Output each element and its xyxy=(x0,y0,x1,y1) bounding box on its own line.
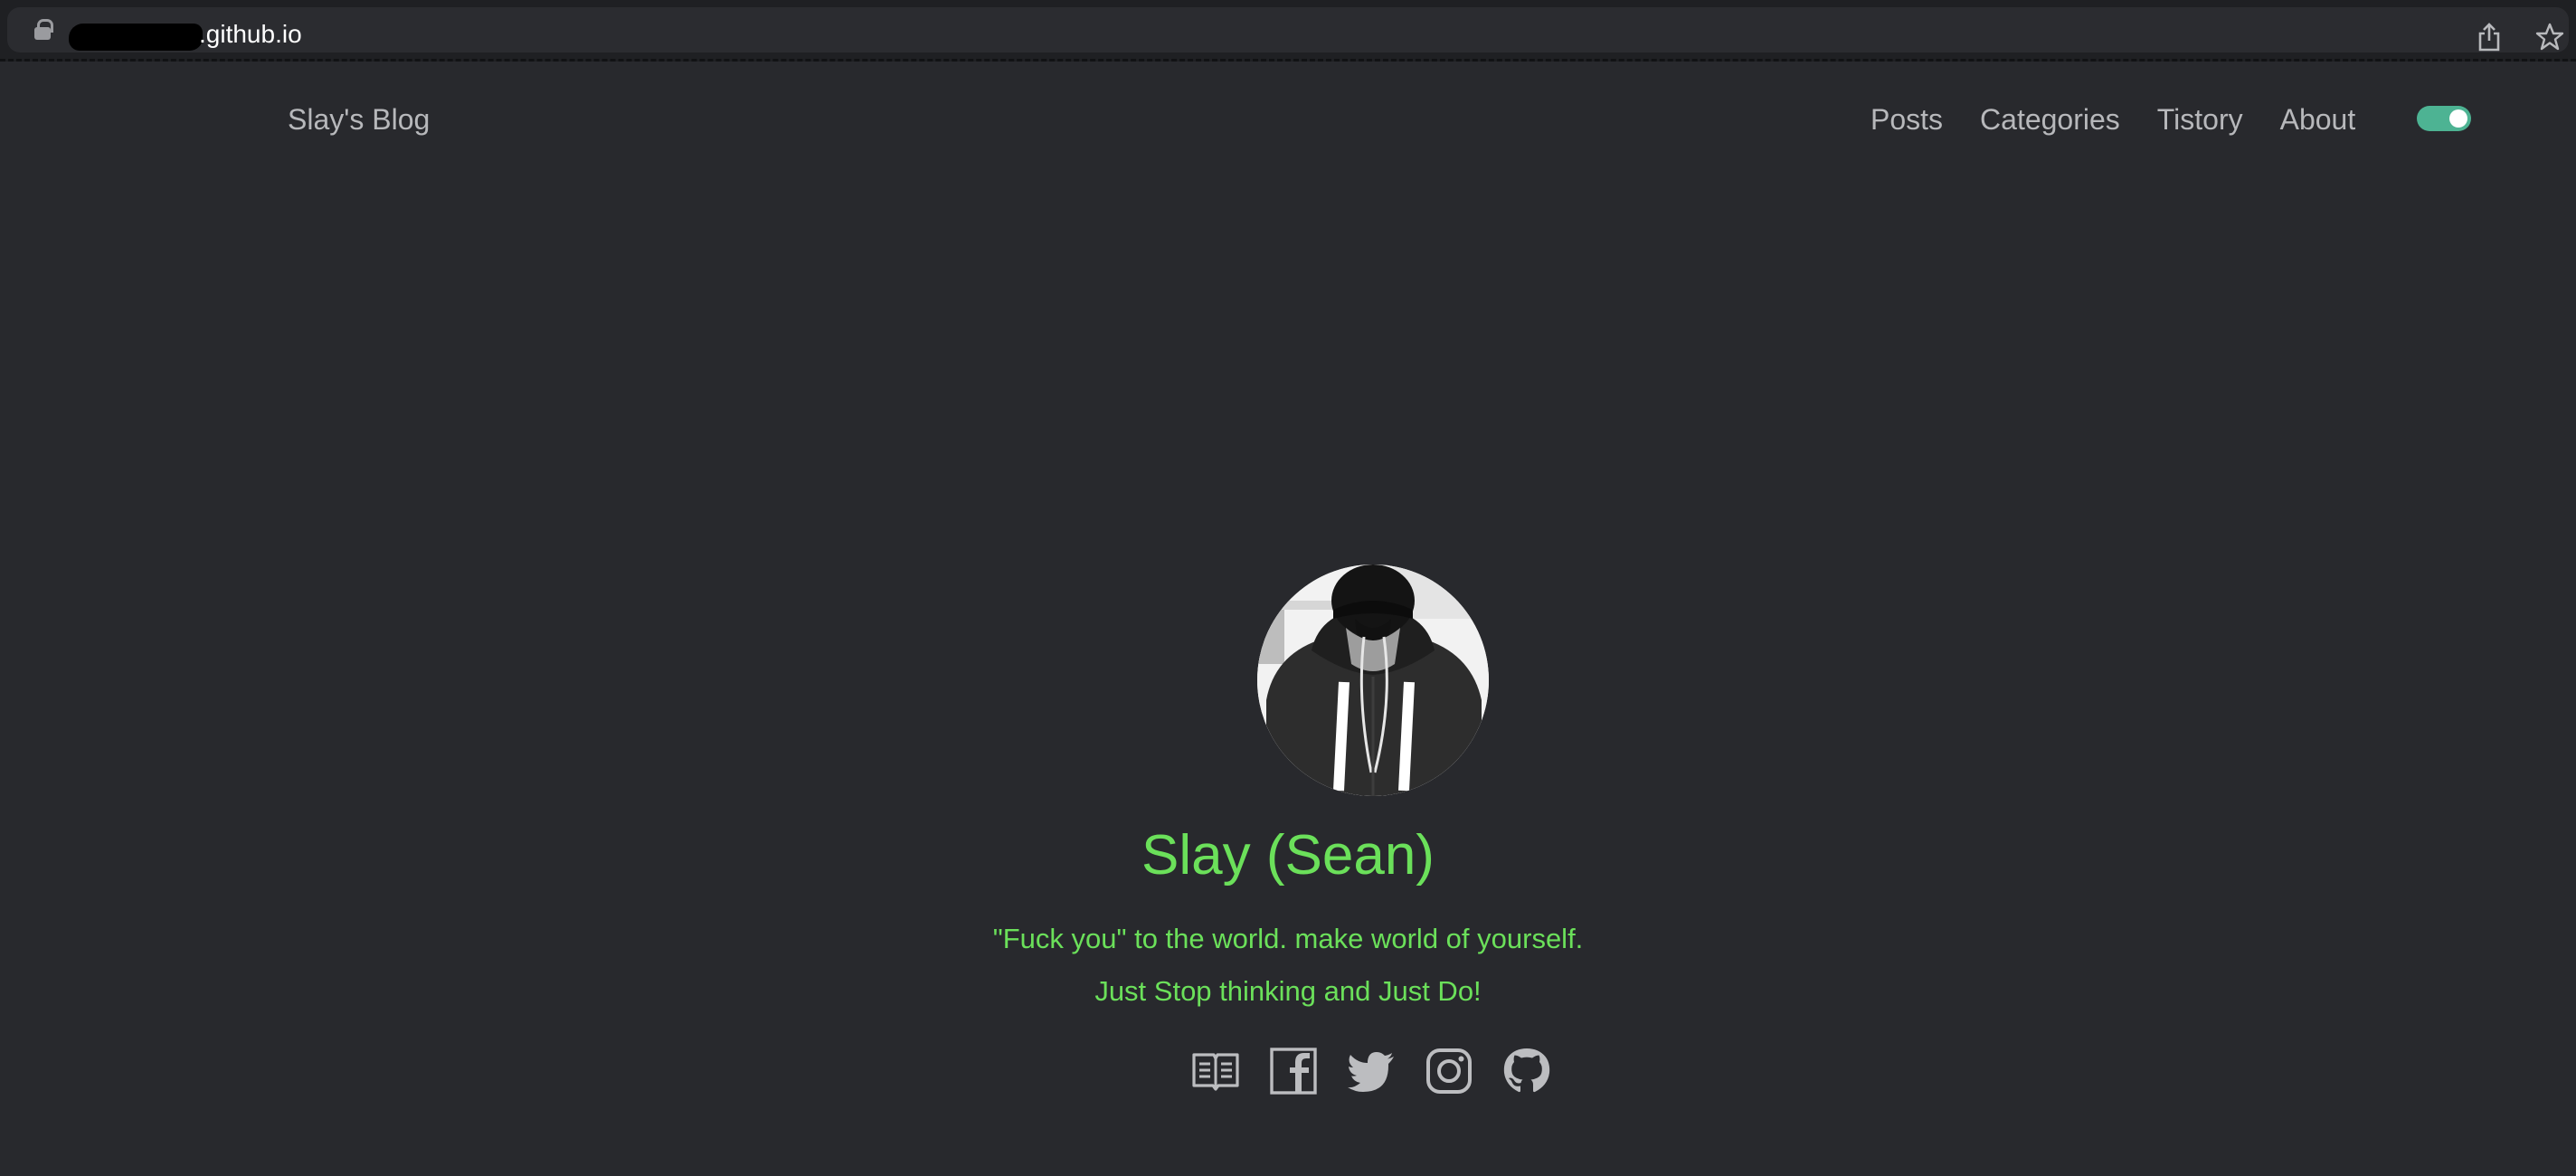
blog-link[interactable] xyxy=(1190,1046,1241,1096)
url-text[interactable]: .github.io xyxy=(199,20,302,49)
book-icon xyxy=(1192,1053,1239,1091)
avatar-photo xyxy=(1257,564,1489,796)
twitter-link[interactable] xyxy=(1346,1046,1397,1096)
avatar xyxy=(1257,564,1489,796)
profile-quote-line-1: "Fuck you" to the world. make world of y… xyxy=(992,923,1584,954)
bookmark-star-icon[interactable] xyxy=(2534,22,2565,52)
share-icon[interactable] xyxy=(2477,22,2502,52)
social-links xyxy=(1190,1046,1552,1096)
facebook-link[interactable] xyxy=(1268,1046,1319,1096)
theme-toggle[interactable] xyxy=(2417,106,2471,131)
address-bar[interactable]: .github.io xyxy=(7,7,2569,52)
main-nav: Posts Categories Tistory About xyxy=(1870,103,2392,137)
profile-quote-line-2: Just Stop thinking and Just Do! xyxy=(1094,975,1482,1007)
site-brand-link[interactable]: Slay's Blog xyxy=(288,103,430,137)
browser-toolbar: .github.io xyxy=(0,0,2576,62)
github-link[interactable] xyxy=(1501,1046,1552,1096)
nav-posts[interactable]: Posts xyxy=(1870,103,1943,137)
lock-icon xyxy=(34,19,53,40)
facebook-icon xyxy=(1270,1048,1317,1095)
twitter-icon xyxy=(1348,1052,1394,1092)
instagram-icon xyxy=(1426,1048,1472,1094)
nav-tistory[interactable]: Tistory xyxy=(2157,103,2243,137)
instagram-link[interactable] xyxy=(1424,1046,1474,1096)
github-icon xyxy=(1503,1048,1550,1093)
redacted-url-segment xyxy=(69,24,203,51)
nav-about[interactable]: About xyxy=(2280,103,2356,137)
toggle-knob xyxy=(2449,109,2467,128)
profile-name: Slay (Sean) xyxy=(1141,824,1435,887)
nav-categories[interactable]: Categories xyxy=(1980,103,2120,137)
